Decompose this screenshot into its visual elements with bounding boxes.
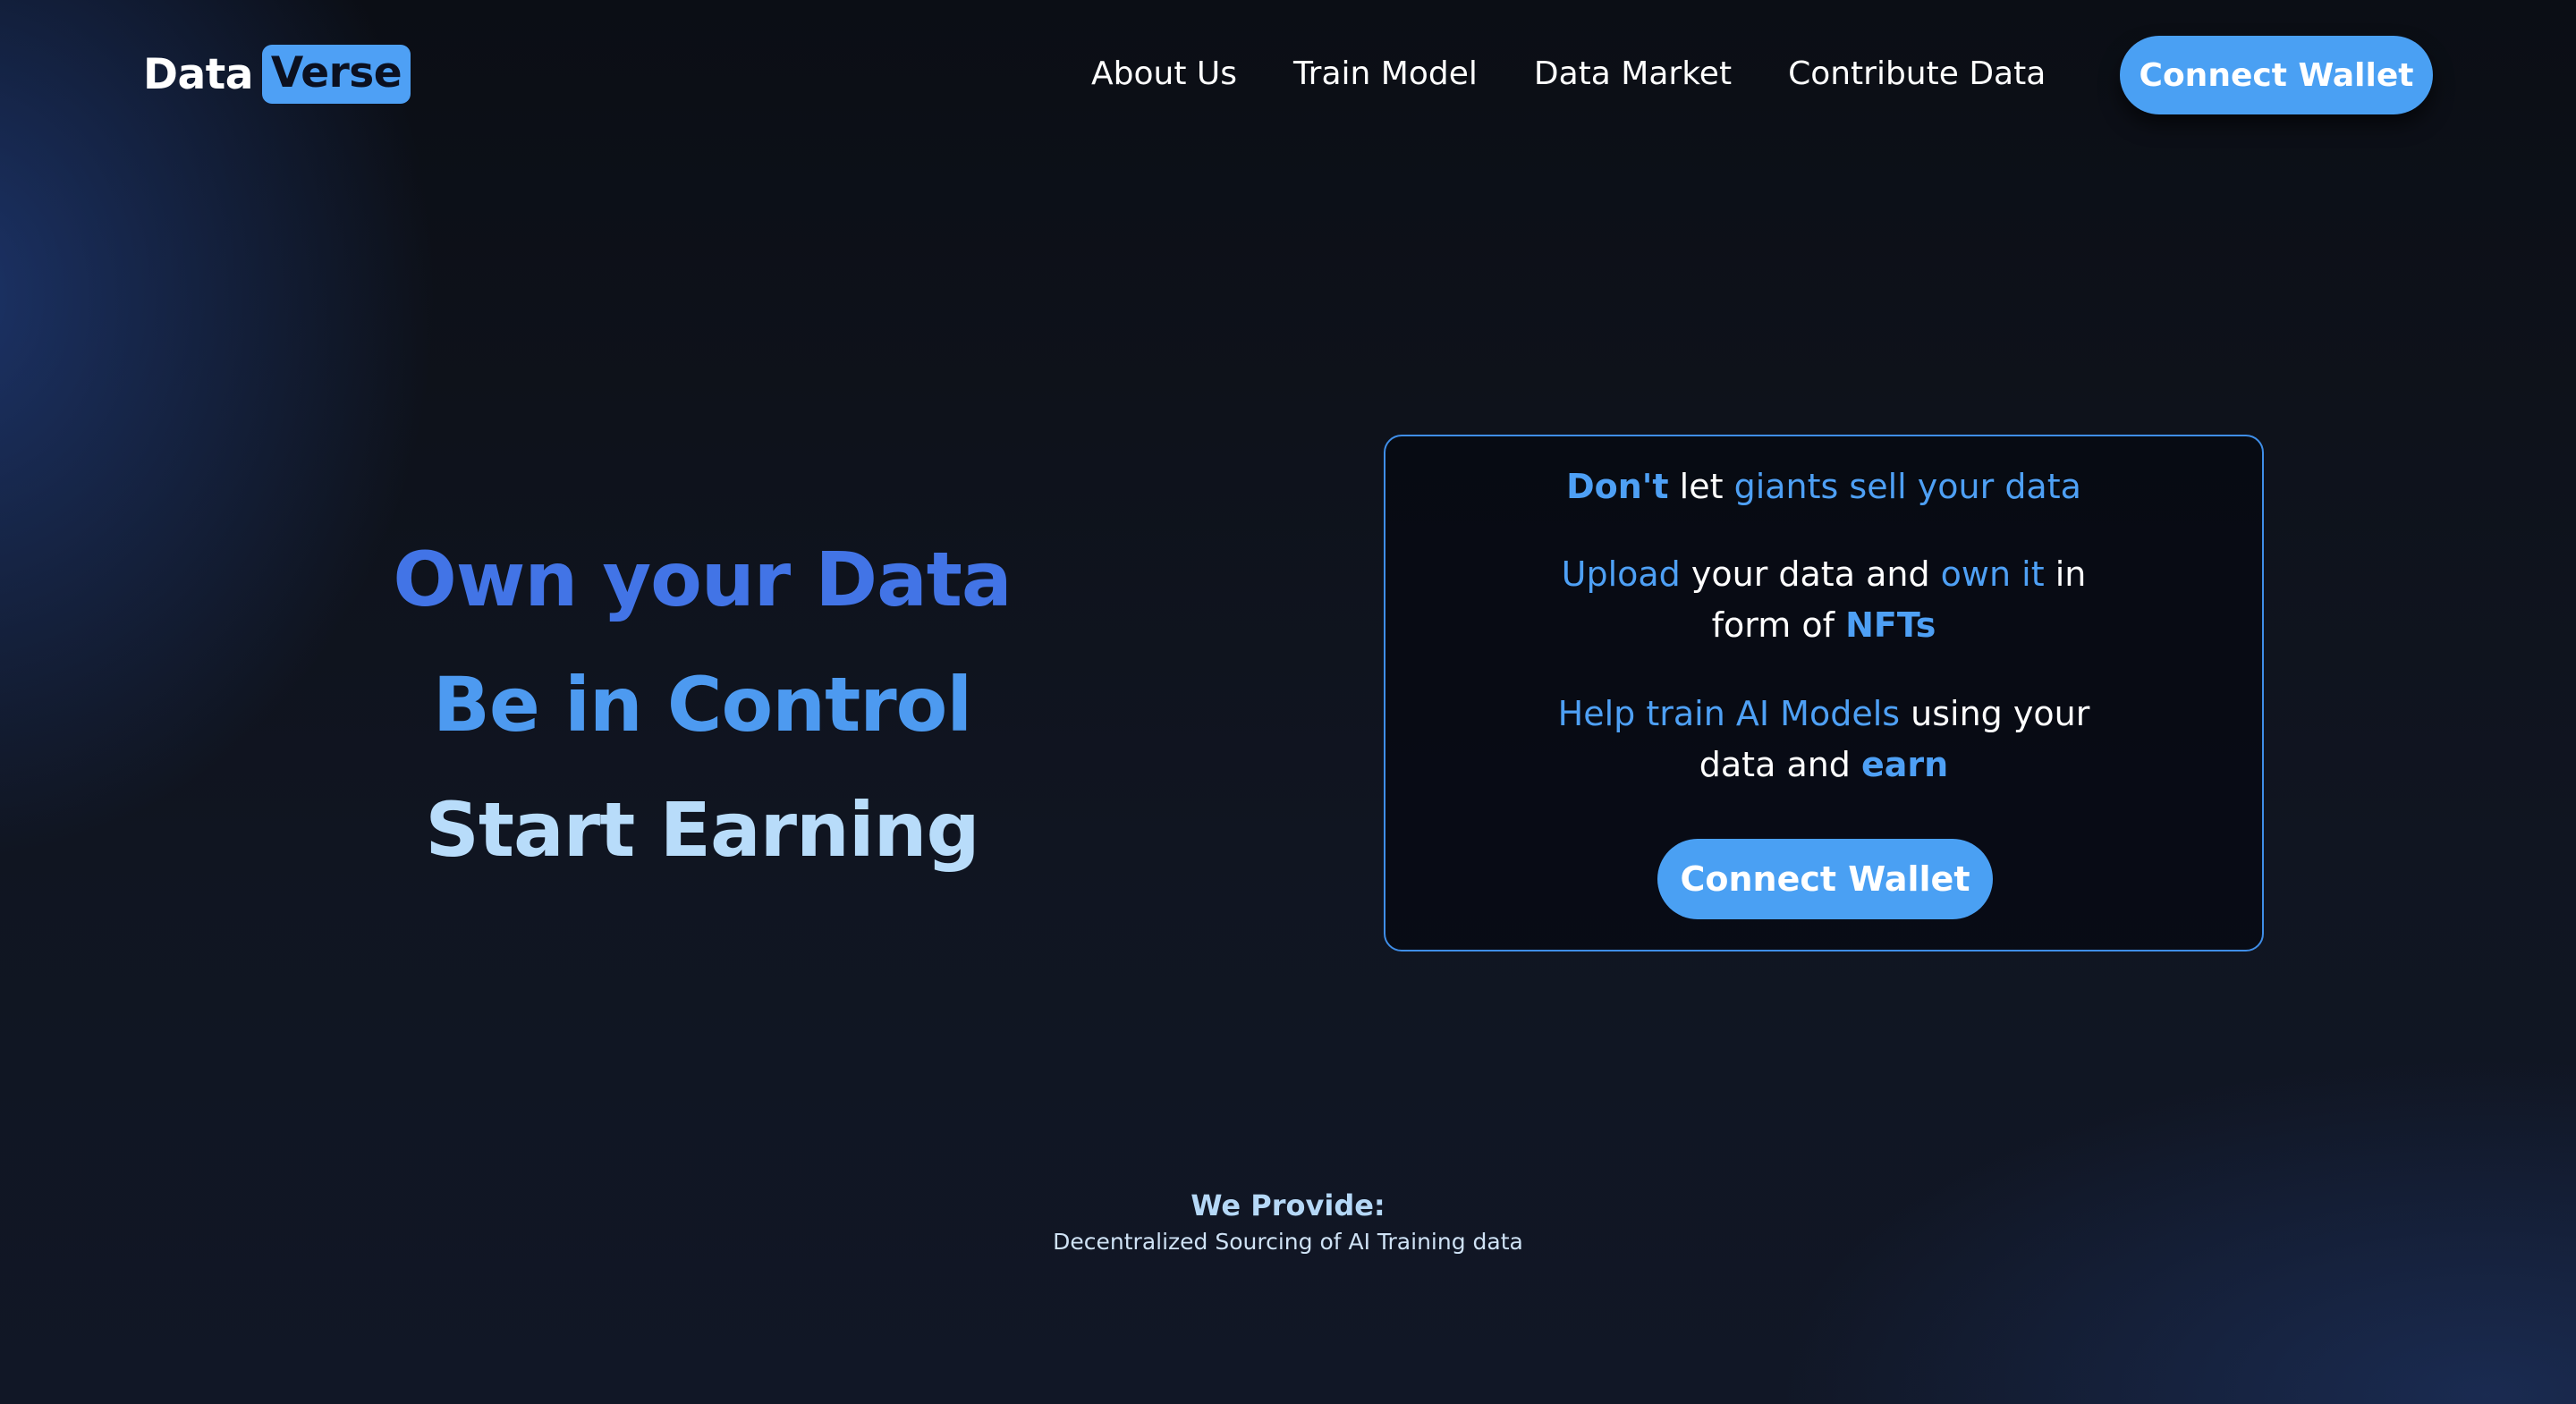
hero-line-be-in-control: Be in Control: [432, 661, 972, 749]
card-line-upload-nfts: Upload your data and own it in form of N…: [1561, 554, 2087, 645]
nav-link-data-market[interactable]: Data Market: [1534, 52, 1732, 97]
nav-link-contribute-data[interactable]: Contribute Data: [1788, 52, 2046, 97]
we-provide-section: We Provide: Decentralized Sourcing of AI…: [0, 1185, 2576, 1258]
connect-wallet-button[interactable]: Connect Wallet: [2120, 36, 2433, 114]
logo-text-verse: Verse: [261, 45, 411, 104]
card-line-help-train-ai: Help train AI Models using your data and…: [1557, 694, 2090, 784]
dataverse-logo[interactable]: Data Verse: [143, 45, 411, 104]
logo-text-data: Data: [143, 49, 253, 99]
nav-link-train-model[interactable]: Train Model: [1293, 52, 1478, 97]
we-provide-title: We Provide:: [1191, 1188, 1385, 1222]
hero-headline: Own your Data Be in Control Start Earnin…: [349, 517, 1055, 892]
value-proposition-card: Don't let giants sell your data Upload y…: [1384, 435, 2264, 952]
we-provide-subtitle: Decentralized Sourcing of AI Training da…: [1053, 1229, 1523, 1255]
main-menu: About Us Train Model Data Market Contrib…: [1091, 52, 2046, 97]
hero-line-start-earning: Start Earning: [425, 786, 979, 874]
card-connect-wallet-button[interactable]: Connect Wallet: [1657, 839, 1993, 919]
top-navbar: Data Verse About Us Train Model Data Mar…: [0, 0, 2576, 152]
nav-link-about-us[interactable]: About Us: [1091, 52, 1237, 97]
card-line-dont-let-giants: Don't let giants sell your data: [1566, 467, 2081, 506]
hero-line-own-your-data: Own your Data: [393, 536, 1012, 623]
